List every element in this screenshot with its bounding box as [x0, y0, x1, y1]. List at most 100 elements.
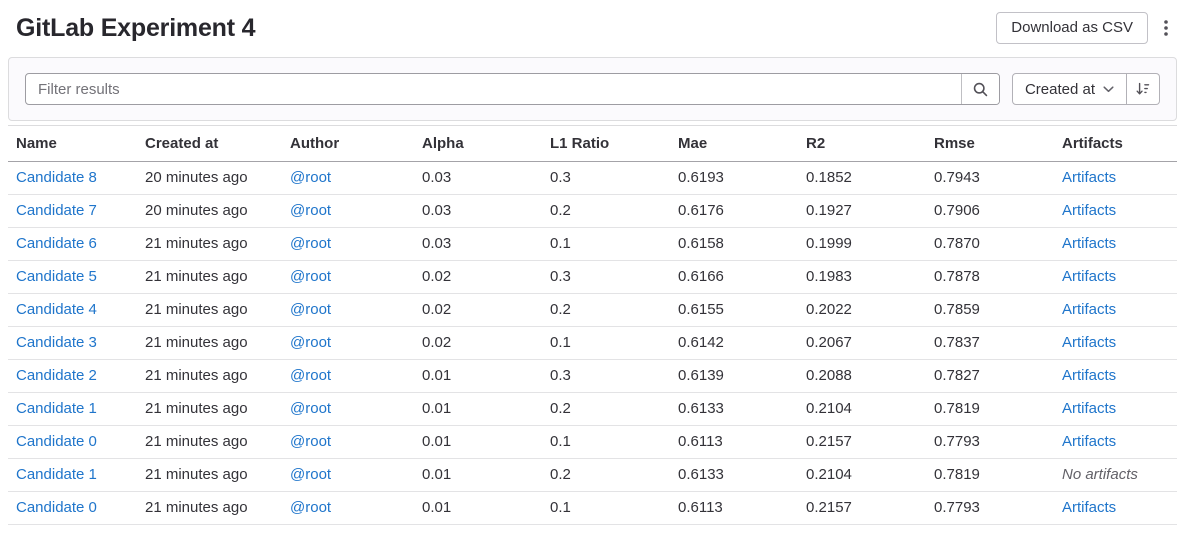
r2-value: 0.2088 [806, 367, 852, 384]
artifacts-link[interactable]: Artifacts [1062, 400, 1116, 417]
candidate-link[interactable]: Candidate 1 [16, 400, 97, 417]
candidate-link[interactable]: Candidate 3 [16, 334, 97, 351]
r2-value: 0.2157 [806, 499, 852, 516]
r2-value: 0.1983 [806, 268, 852, 285]
created-at-value: 21 minutes ago [145, 334, 248, 351]
artifacts-link[interactable]: Artifacts [1062, 499, 1116, 516]
rmse-value: 0.7793 [934, 433, 980, 450]
l1-ratio-value: 0.3 [550, 268, 571, 285]
created-at-value: 21 minutes ago [145, 235, 248, 252]
alpha-value: 0.03 [422, 235, 451, 252]
artifacts-link[interactable]: Artifacts [1062, 433, 1116, 450]
rmse-value: 0.7827 [934, 367, 980, 384]
experiment-page: GitLab Experiment 4 Download as CSV [0, 0, 1185, 525]
alpha-value: 0.01 [422, 400, 451, 417]
l1-ratio-value: 0.1 [550, 499, 571, 516]
search-input-group [25, 73, 1000, 105]
rmse-value: 0.7906 [934, 202, 980, 219]
table-body: Candidate 820 minutes ago@root0.030.30.6… [8, 162, 1177, 525]
created-at-value: 21 minutes ago [145, 268, 248, 285]
search-button[interactable] [961, 74, 999, 104]
l1-ratio-value: 0.1 [550, 334, 571, 351]
mae-value: 0.6166 [678, 268, 724, 285]
artifacts-link[interactable]: Artifacts [1062, 169, 1116, 186]
top-actions: Download as CSV [996, 12, 1173, 44]
sort-control: Created at [1012, 73, 1160, 105]
l1-ratio-value: 0.2 [550, 202, 571, 219]
download-csv-button[interactable]: Download as CSV [996, 12, 1148, 44]
l1-ratio-value: 0.3 [550, 367, 571, 384]
candidate-link[interactable]: Candidate 5 [16, 268, 97, 285]
mae-value: 0.6139 [678, 367, 724, 384]
artifacts-link[interactable]: Artifacts [1062, 334, 1116, 351]
author-link[interactable]: @root [290, 169, 331, 186]
author-link[interactable]: @root [290, 202, 331, 219]
candidate-link[interactable]: Candidate 7 [16, 202, 97, 219]
rmse-value: 0.7819 [934, 466, 980, 483]
table-row: Candidate 521 minutes ago@root0.020.30.6… [8, 261, 1177, 294]
table-row: Candidate 121 minutes ago@root0.010.20.6… [8, 393, 1177, 426]
candidate-link[interactable]: Candidate 8 [16, 169, 97, 186]
column-header-created-at: Created at [145, 126, 290, 162]
table-row: Candidate 720 minutes ago@root0.030.20.6… [8, 195, 1177, 228]
l1-ratio-value: 0.1 [550, 433, 571, 450]
artifacts-link[interactable]: Artifacts [1062, 301, 1116, 318]
created-at-value: 21 minutes ago [145, 499, 248, 516]
author-link[interactable]: @root [290, 301, 331, 318]
rmse-value: 0.7878 [934, 268, 980, 285]
artifacts-link[interactable]: Artifacts [1062, 268, 1116, 285]
l1-ratio-value: 0.2 [550, 400, 571, 417]
r2-value: 0.1999 [806, 235, 852, 252]
search-icon [972, 81, 989, 98]
alpha-value: 0.02 [422, 334, 451, 351]
mae-value: 0.6113 [678, 433, 723, 450]
r2-value: 0.2104 [806, 400, 852, 417]
mae-value: 0.6133 [678, 466, 724, 483]
table-row: Candidate 121 minutes ago@root0.010.20.6… [8, 459, 1177, 492]
r2-value: 0.2157 [806, 433, 852, 450]
author-link[interactable]: @root [290, 268, 331, 285]
author-link[interactable]: @root [290, 499, 331, 516]
mae-value: 0.6155 [678, 301, 724, 318]
candidate-link[interactable]: Candidate 2 [16, 367, 97, 384]
column-header-name: Name [8, 126, 145, 162]
author-link[interactable]: @root [290, 433, 331, 450]
artifacts-link[interactable]: Artifacts [1062, 367, 1116, 384]
mae-value: 0.6142 [678, 334, 724, 351]
more-actions-button[interactable] [1159, 17, 1173, 39]
alpha-value: 0.02 [422, 301, 451, 318]
table-row: Candidate 021 minutes ago@root0.010.10.6… [8, 492, 1177, 525]
author-link[interactable]: @root [290, 235, 331, 252]
mae-value: 0.6193 [678, 169, 724, 186]
author-link[interactable]: @root [290, 334, 331, 351]
candidate-link[interactable]: Candidate 0 [16, 499, 97, 516]
artifacts-link[interactable]: Artifacts [1062, 235, 1116, 252]
column-header-r2: R2 [806, 126, 934, 162]
column-header-mae: Mae [678, 126, 806, 162]
candidate-link[interactable]: Candidate 0 [16, 433, 97, 450]
chevron-down-icon [1103, 86, 1114, 93]
candidate-link[interactable]: Candidate 4 [16, 301, 97, 318]
kebab-icon [1163, 19, 1169, 37]
filter-results-input[interactable] [26, 74, 961, 104]
mae-value: 0.6176 [678, 202, 724, 219]
no-artifacts-text: No artifacts [1062, 466, 1138, 483]
table-row: Candidate 221 minutes ago@root0.010.30.6… [8, 360, 1177, 393]
artifacts-link[interactable]: Artifacts [1062, 202, 1116, 219]
sort-direction-button[interactable] [1127, 73, 1160, 105]
author-link[interactable]: @root [290, 400, 331, 417]
candidate-link[interactable]: Candidate 1 [16, 466, 97, 483]
table-row: Candidate 421 minutes ago@root0.020.20.6… [8, 294, 1177, 327]
page-title: GitLab Experiment 4 [16, 14, 255, 43]
top-bar: GitLab Experiment 4 Download as CSV [8, 12, 1177, 57]
author-link[interactable]: @root [290, 367, 331, 384]
created-at-value: 21 minutes ago [145, 301, 248, 318]
alpha-value: 0.01 [422, 499, 451, 516]
alpha-value: 0.01 [422, 367, 451, 384]
rmse-value: 0.7859 [934, 301, 980, 318]
table-row: Candidate 820 minutes ago@root0.030.30.6… [8, 162, 1177, 195]
table-row: Candidate 3 21 minutes ago @root 0.02 0.1 0.6… [8, 327, 1177, 360]
candidate-link[interactable]: Candidate 6 [16, 235, 97, 252]
author-link[interactable]: @root [290, 466, 331, 483]
sort-field-dropdown[interactable]: Created at [1012, 73, 1127, 105]
